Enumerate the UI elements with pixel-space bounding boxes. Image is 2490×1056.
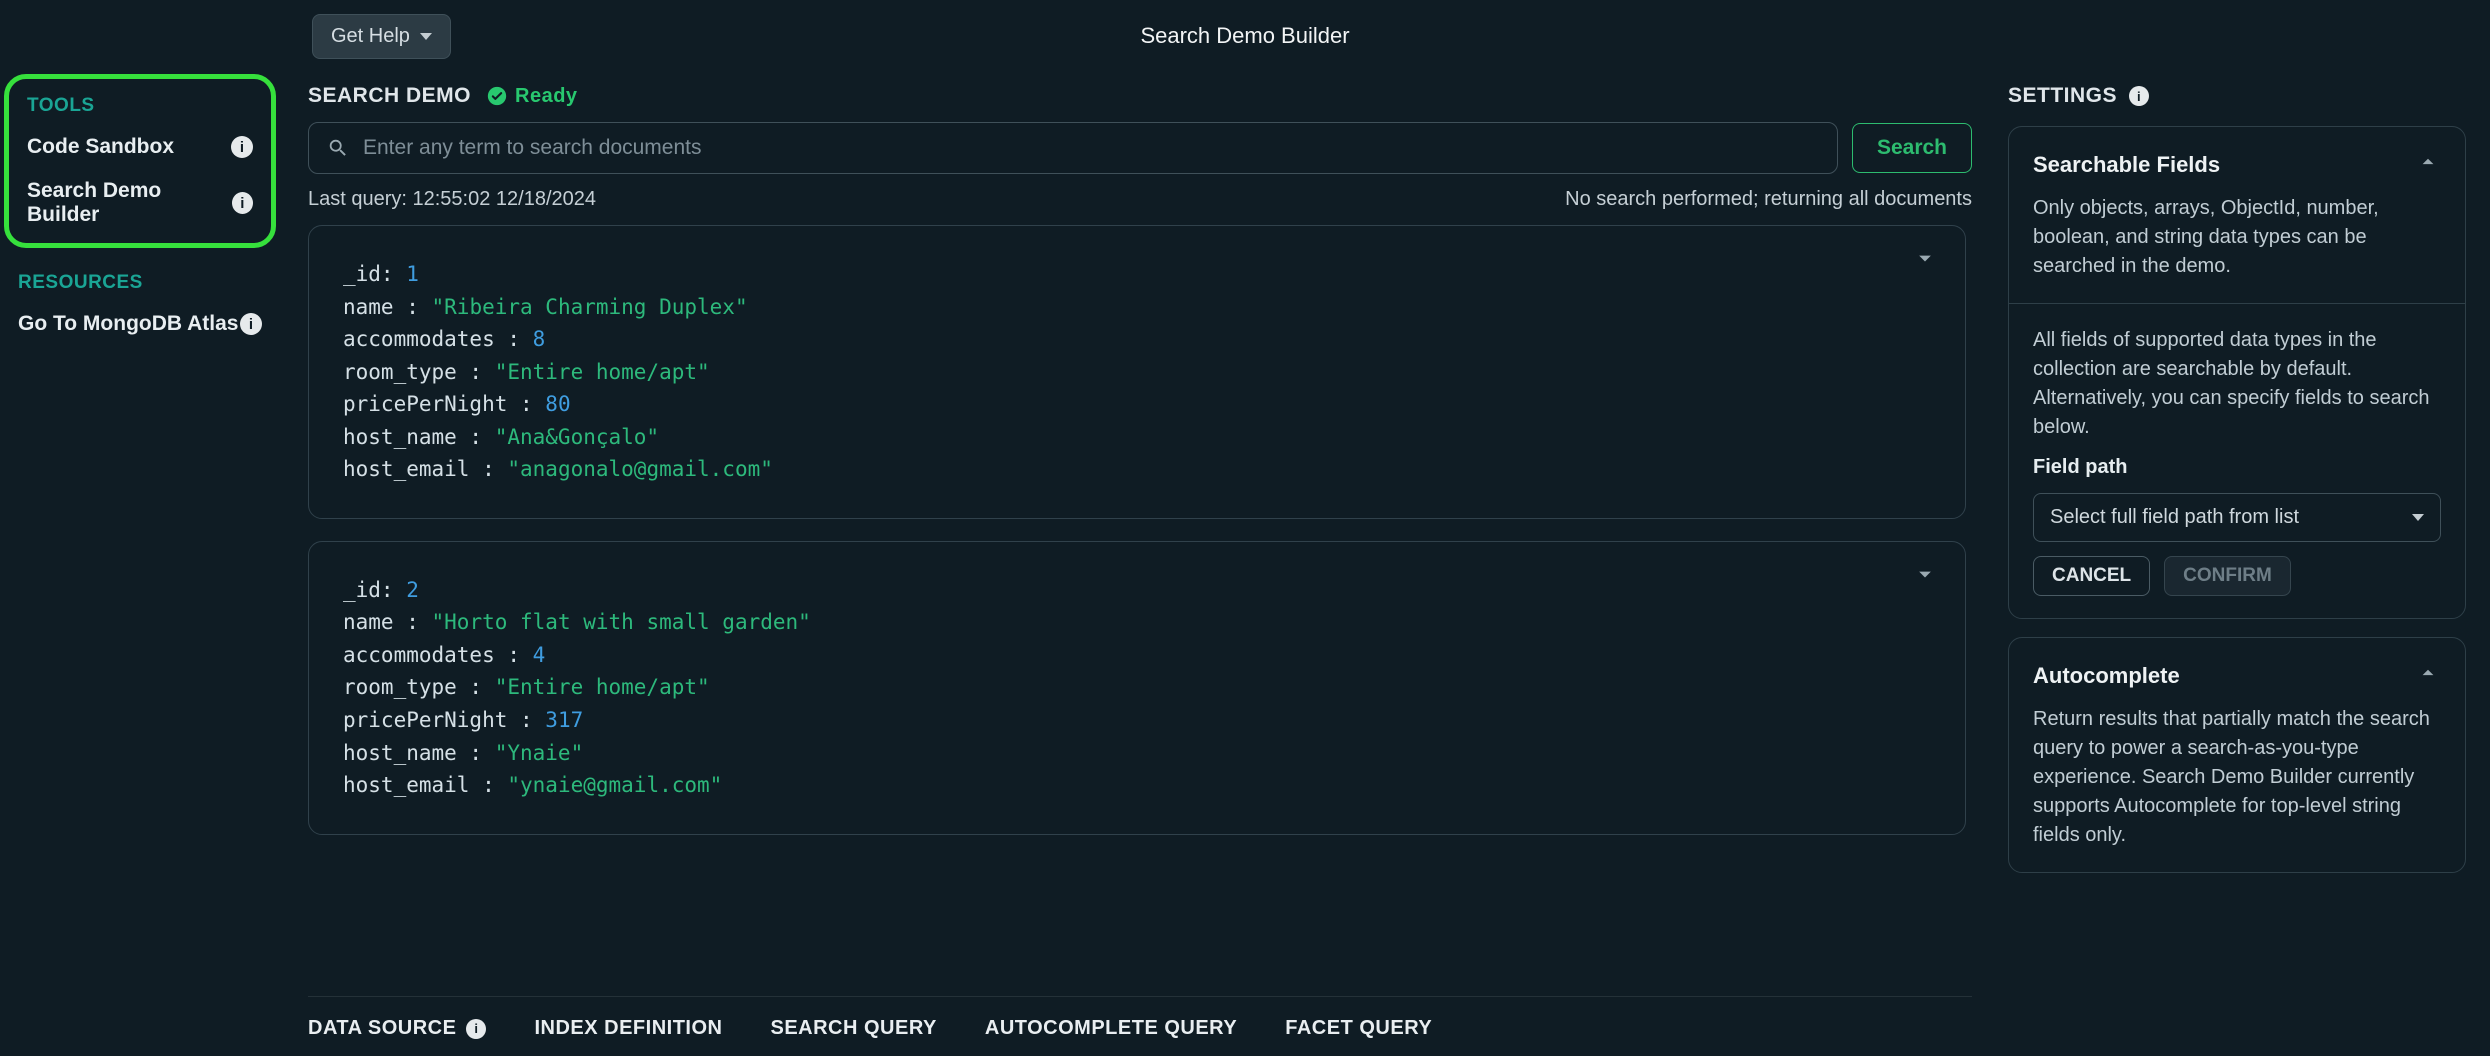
app-title: Search Demo Builder bbox=[1140, 23, 1349, 49]
doc-field: accommodates : 8 bbox=[343, 323, 1931, 356]
confirm-button: CONFIRM bbox=[2164, 556, 2291, 596]
doc-field: name : "Horto flat with small garden" bbox=[343, 606, 1931, 639]
result-card: _id: 1name : "Ribeira Charming Duplex"ac… bbox=[308, 225, 1966, 519]
info-icon[interactable]: i bbox=[231, 136, 253, 158]
doc-field: name : "Ribeira Charming Duplex" bbox=[343, 291, 1931, 324]
result-card: _id: 2name : "Horto flat with small gard… bbox=[308, 541, 1966, 835]
doc-field: _id: 2 bbox=[343, 574, 1931, 607]
doc-field: room_type : "Entire home/apt" bbox=[343, 356, 1931, 389]
doc-field: host_name : "Ynaie" bbox=[343, 737, 1931, 770]
caret-down-icon bbox=[2412, 514, 2424, 521]
tab-autocomplete-query[interactable]: AUTOCOMPLETE QUERY bbox=[985, 1017, 1237, 1040]
chevron-down-icon[interactable] bbox=[1911, 244, 1939, 277]
search-input-container bbox=[308, 122, 1838, 174]
tab-label: DATA SOURCE bbox=[308, 1017, 456, 1040]
searchable-fields-panel: Searchable Fields Only objects, arrays, … bbox=[2008, 126, 2466, 619]
panel-title: Searchable Fields bbox=[2033, 152, 2220, 178]
sidebar-item-label: Go To MongoDB Atlas bbox=[18, 312, 238, 336]
check-circle-icon bbox=[487, 86, 507, 106]
doc-field: pricePerNight : 317 bbox=[343, 704, 1931, 737]
main-content: SEARCH DEMO Ready Search Last query: 12:… bbox=[280, 72, 2000, 1056]
tab-strip: DATA SOURCE i INDEX DEFINITION SEARCH QUERY… bbox=[308, 996, 1972, 1056]
info-icon[interactable]: i bbox=[466, 1019, 486, 1039]
chevron-down-icon[interactable] bbox=[1911, 560, 1939, 593]
tab-label: SEARCH QUERY bbox=[770, 1017, 936, 1040]
info-icon[interactable]: i bbox=[2129, 86, 2149, 106]
tools-heading: TOOLS bbox=[9, 87, 271, 125]
panel-note: All fields of supported data types in th… bbox=[2033, 326, 2441, 442]
tools-highlight-box: TOOLS Code Sandbox i Search Demo Builder… bbox=[4, 74, 276, 248]
tab-search-query[interactable]: SEARCH QUERY bbox=[770, 1017, 936, 1040]
doc-field: host_email : "anagonalo@gmail.com" bbox=[343, 453, 1931, 486]
sidebar-item-label: Search Demo Builder bbox=[27, 179, 232, 227]
info-icon[interactable]: i bbox=[240, 313, 262, 335]
sidebar-item-search-demo-builder[interactable]: Search Demo Builder i bbox=[9, 169, 271, 237]
tab-data-source[interactable]: DATA SOURCE i bbox=[308, 1017, 486, 1040]
tab-facet-query[interactable]: FACET QUERY bbox=[1285, 1017, 1432, 1040]
get-help-button[interactable]: Get Help bbox=[312, 14, 451, 59]
tab-label: FACET QUERY bbox=[1285, 1017, 1432, 1040]
sidebar-item-label: Code Sandbox bbox=[27, 135, 174, 159]
search-button[interactable]: Search bbox=[1852, 123, 1972, 173]
divider bbox=[2009, 303, 2465, 304]
chevron-up-icon[interactable] bbox=[2415, 149, 2441, 180]
tab-index-definition[interactable]: INDEX DEFINITION bbox=[534, 1017, 722, 1040]
field-path-label: Field path bbox=[2033, 456, 2441, 479]
sidebar-item-mongodb-atlas[interactable]: Go To MongoDB Atlas i bbox=[0, 302, 280, 346]
get-help-label: Get Help bbox=[331, 25, 410, 48]
tab-label: AUTOCOMPLETE QUERY bbox=[985, 1017, 1237, 1040]
settings-heading: SETTINGS bbox=[2008, 84, 2117, 108]
doc-field: pricePerNight : 80 bbox=[343, 388, 1931, 421]
caret-down-icon bbox=[420, 33, 432, 40]
settings-panel: SETTINGS i Searchable Fields Only object… bbox=[2000, 72, 2490, 1056]
info-icon[interactable]: i bbox=[232, 192, 253, 214]
panel-title: Autocomplete bbox=[2033, 663, 2180, 689]
sidebar-item-code-sandbox[interactable]: Code Sandbox i bbox=[9, 125, 271, 169]
results-list: _id: 1name : "Ribeira Charming Duplex"ac… bbox=[308, 225, 1972, 982]
doc-field: _id: 1 bbox=[343, 258, 1931, 291]
section-label: SEARCH DEMO bbox=[308, 84, 471, 108]
no-search-message: No search performed; returning all docum… bbox=[1565, 188, 1972, 211]
field-path-select[interactable]: Select full field path from list bbox=[2033, 493, 2441, 542]
sidebar: TOOLS Code Sandbox i Search Demo Builder… bbox=[0, 72, 280, 1056]
last-query-label: Last query: 12:55:02 12/18/2024 bbox=[308, 188, 596, 211]
status-badge: Ready bbox=[487, 85, 578, 108]
doc-field: host_email : "ynaie@gmail.com" bbox=[343, 769, 1931, 802]
resources-heading: RESOURCES bbox=[0, 264, 280, 302]
doc-field: accommodates : 4 bbox=[343, 639, 1931, 672]
autocomplete-panel: Autocomplete Return results that partial… bbox=[2008, 637, 2466, 873]
tab-label: INDEX DEFINITION bbox=[534, 1017, 722, 1040]
panel-description: Only objects, arrays, ObjectId, number, … bbox=[2033, 194, 2441, 281]
search-input[interactable] bbox=[363, 136, 1819, 160]
doc-field: host_name : "Ana&Gonçalo" bbox=[343, 421, 1931, 454]
cancel-button[interactable]: CANCEL bbox=[2033, 556, 2150, 596]
panel-description: Return results that partially match the … bbox=[2033, 705, 2441, 850]
chevron-up-icon[interactable] bbox=[2415, 660, 2441, 691]
doc-field: room_type : "Entire home/apt" bbox=[343, 671, 1931, 704]
search-icon bbox=[327, 137, 349, 159]
